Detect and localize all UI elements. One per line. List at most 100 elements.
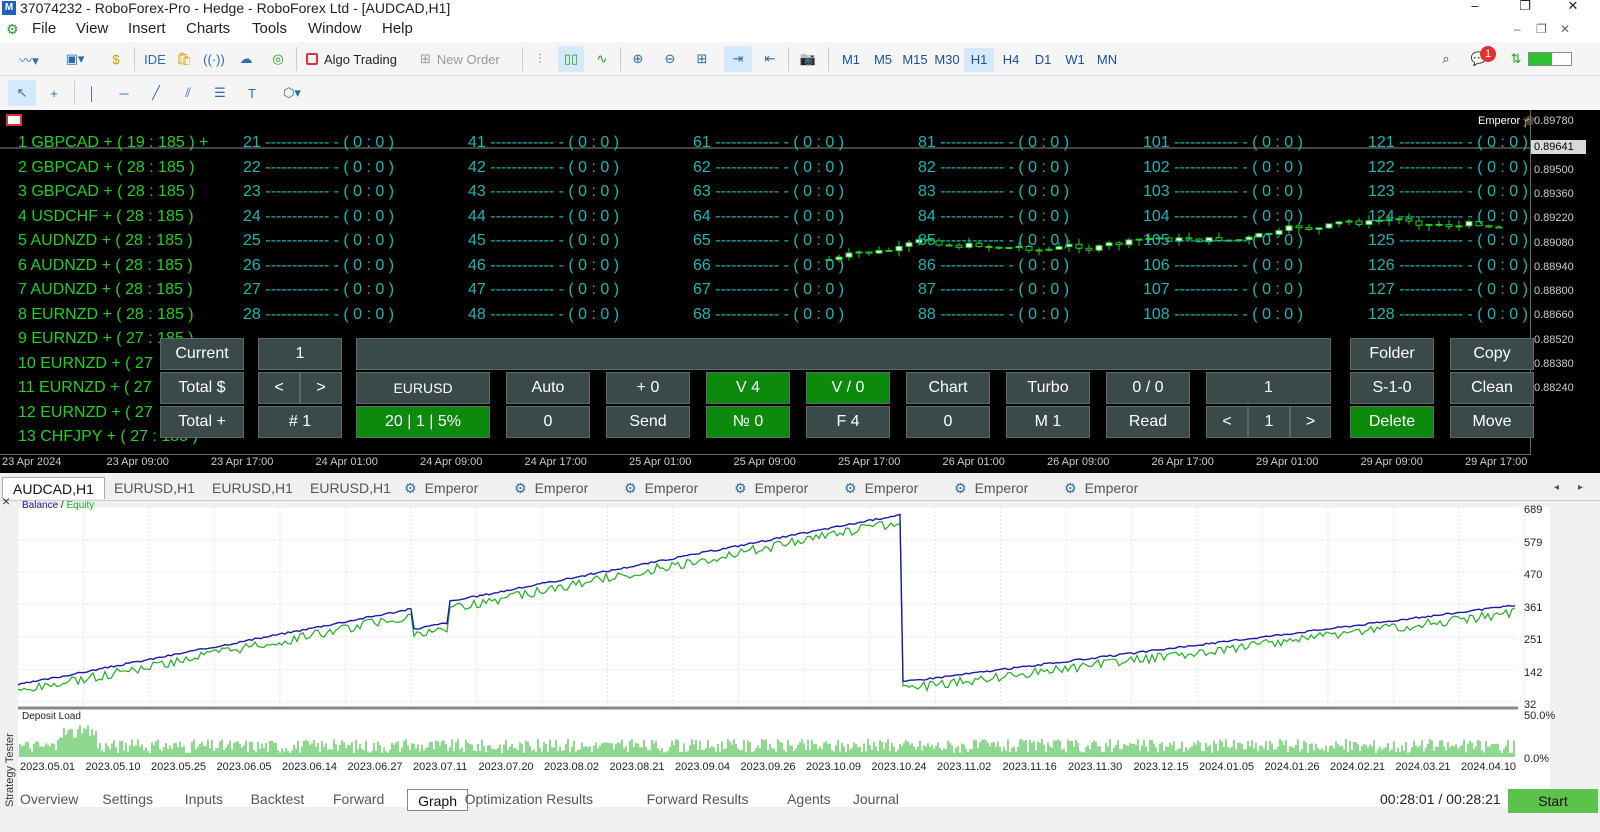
- m1-button[interactable]: M 1: [1006, 406, 1090, 438]
- tester-tab[interactable]: Agents: [787, 791, 831, 807]
- market-bag-icon[interactable]: 🛍: [172, 46, 196, 72]
- tab-scroll-right-icon[interactable]: ▸: [1578, 477, 1583, 499]
- tester-tab[interactable]: Overview: [20, 791, 78, 807]
- chart-type-icon[interactable]: 〰▾: [10, 46, 48, 72]
- current-button[interactable]: Current: [160, 338, 244, 370]
- pair-row[interactable]: 3 GBPCAD + ( 28 : 185 ): [18, 183, 195, 201]
- pair-row[interactable]: 12 EURNZD + ( 27: [18, 404, 153, 422]
- move-button[interactable]: Move: [1450, 406, 1534, 438]
- tester-tab[interactable]: Backtest: [251, 791, 305, 807]
- chart-tab[interactable]: EURUSD,H1: [296, 477, 391, 499]
- pair-row[interactable]: 6 AUDNZD + ( 28 : 185 ): [18, 257, 193, 275]
- clean-button[interactable]: Clean: [1450, 372, 1534, 404]
- chart-template-icon[interactable]: ▣▾: [56, 46, 94, 72]
- menu-charts[interactable]: Charts: [186, 20, 230, 37]
- trendline-icon[interactable]: ╱: [144, 80, 168, 106]
- menu-window[interactable]: Window: [308, 20, 361, 37]
- close-tester-icon[interactable]: ×: [2, 493, 10, 509]
- chart-tab[interactable]: EURUSD,H1: [198, 477, 293, 499]
- pair-row[interactable]: 2 GBPCAD + ( 28 : 185 ): [18, 159, 195, 177]
- menu-help[interactable]: Help: [382, 20, 413, 37]
- tester-tab[interactable]: Graph: [407, 789, 469, 811]
- chart-tab[interactable]: ⚙ Emperor: [504, 477, 588, 499]
- menu-insert[interactable]: Insert: [128, 20, 166, 37]
- cursor-icon[interactable]: ↖: [8, 80, 36, 106]
- tester-tab[interactable]: Journal: [853, 791, 899, 807]
- chart-tab[interactable]: EURUSD,H1: [100, 477, 195, 499]
- shapes-icon[interactable]: ⬡▾: [272, 80, 312, 106]
- chart-tab[interactable]: ⚙ Emperor: [394, 477, 478, 499]
- mdi-minimize-icon[interactable]: –: [1514, 22, 1521, 36]
- chart-shift-icon[interactable]: ⇤: [758, 46, 782, 72]
- tf-w1[interactable]: W1: [1060, 48, 1090, 72]
- menu-file[interactable]: File: [32, 20, 56, 37]
- delete-button[interactable]: Delete: [1350, 406, 1434, 438]
- tester-tab[interactable]: Inputs: [185, 791, 223, 807]
- folder-button[interactable]: Folder: [1350, 338, 1434, 370]
- tf-m1[interactable]: M1: [836, 48, 866, 72]
- tf-m15[interactable]: M15: [900, 48, 930, 72]
- mdi-close-icon[interactable]: ✕: [1560, 22, 1570, 36]
- copy-button[interactable]: Copy: [1450, 338, 1534, 370]
- menu-tools[interactable]: Tools: [252, 20, 287, 37]
- vps-icon[interactable]: ◎: [266, 46, 290, 72]
- candlestick-icon[interactable]: ▯▯: [558, 46, 584, 72]
- pair-row[interactable]: 8 EURNZD + ( 28 : 185 ): [18, 306, 194, 324]
- vertical-line-icon[interactable]: │: [80, 80, 104, 106]
- hash-button[interactable]: # 1: [258, 406, 342, 438]
- fibonacci-icon[interactable]: ☰: [208, 80, 232, 106]
- tester-tab[interactable]: Forward: [333, 791, 384, 807]
- pair-row[interactable]: 7 AUDNZD + ( 28 : 185 ): [18, 281, 193, 299]
- send-button[interactable]: Send: [606, 406, 690, 438]
- tf-m30[interactable]: M30: [932, 48, 962, 72]
- tester-tab[interactable]: Forward Results: [647, 791, 749, 807]
- plus-zero-button[interactable]: + 0: [606, 372, 690, 404]
- dollar-icon[interactable]: $: [104, 46, 128, 72]
- chart-button[interactable]: Chart: [906, 372, 990, 404]
- search-icon[interactable]: ⌕: [1434, 46, 1458, 72]
- tf-mn[interactable]: MN: [1092, 48, 1122, 72]
- chart-tab[interactable]: ⚙ Emperor: [1054, 477, 1138, 499]
- pair-row[interactable]: 11 EURNZD + ( 27: [18, 379, 152, 397]
- page-next-button[interactable]: >: [1290, 406, 1331, 438]
- price-chart[interactable]: Emperor 🎓 1 GBPCAD + ( 19 : 185 ) +2 GBP…: [0, 110, 1600, 473]
- prev-button[interactable]: <: [258, 372, 300, 404]
- auto-button[interactable]: Auto: [506, 372, 590, 404]
- s10-button[interactable]: S-1-0: [1350, 372, 1434, 404]
- tf-d1[interactable]: D1: [1028, 48, 1058, 72]
- v0-button[interactable]: V / 0: [806, 372, 890, 404]
- start-button[interactable]: Start: [1508, 789, 1598, 813]
- ide-button[interactable]: IDE: [140, 46, 170, 72]
- tester-tab[interactable]: Settings: [102, 791, 153, 807]
- pair-row[interactable]: 10 EURNZD + ( 27: [18, 355, 153, 373]
- mdi-restore-icon[interactable]: ❐: [1536, 22, 1547, 36]
- chart-tab[interactable]: ⚙ Emperor: [834, 477, 918, 499]
- screenshot-icon[interactable]: 📷: [796, 46, 820, 72]
- f4-button[interactable]: F 4: [806, 406, 890, 438]
- next-button[interactable]: >: [300, 372, 342, 404]
- total-plus-button[interactable]: Total +: [160, 406, 244, 438]
- bar-chart-icon[interactable]: ⫶: [528, 46, 552, 72]
- zoom-out-icon[interactable]: ⊖: [658, 46, 682, 72]
- autoscroll-icon[interactable]: ⇥: [724, 46, 752, 72]
- new-order-button[interactable]: ⊞ New Order: [420, 46, 520, 72]
- tab-scroll-left-icon[interactable]: ◂: [1554, 477, 1559, 499]
- tester-tab[interactable]: Optimization Results: [465, 791, 593, 807]
- pair-row[interactable]: 1 GBPCAD + ( 19 : 185 ) +: [18, 134, 208, 152]
- algo-trading-button[interactable]: Algo Trading: [306, 46, 416, 72]
- tf-h4[interactable]: H4: [996, 48, 1026, 72]
- grid-icon[interactable]: ⊞: [690, 46, 714, 72]
- chart-icon[interactable]: ⚙: [6, 21, 20, 37]
- v4-button[interactable]: V 4: [706, 372, 790, 404]
- maximize-button[interactable]: ❐: [1508, 0, 1542, 14]
- zoom-in-icon[interactable]: ⊕: [626, 46, 650, 72]
- crosshair-icon[interactable]: +: [42, 80, 66, 106]
- turbo-button[interactable]: Turbo: [1006, 372, 1090, 404]
- channel-icon[interactable]: ⫽: [176, 80, 200, 106]
- pair-row[interactable]: 4 USDCHF + ( 28 : 185 ): [18, 208, 194, 226]
- signals-icon[interactable]: ((·)): [202, 46, 226, 72]
- read-button[interactable]: Read: [1106, 406, 1190, 438]
- chart-tab[interactable]: ⚙ Emperor: [944, 477, 1028, 499]
- chart-tab[interactable]: AUDCAD,H1: [2, 477, 105, 499]
- close-button[interactable]: ✕: [1556, 0, 1590, 14]
